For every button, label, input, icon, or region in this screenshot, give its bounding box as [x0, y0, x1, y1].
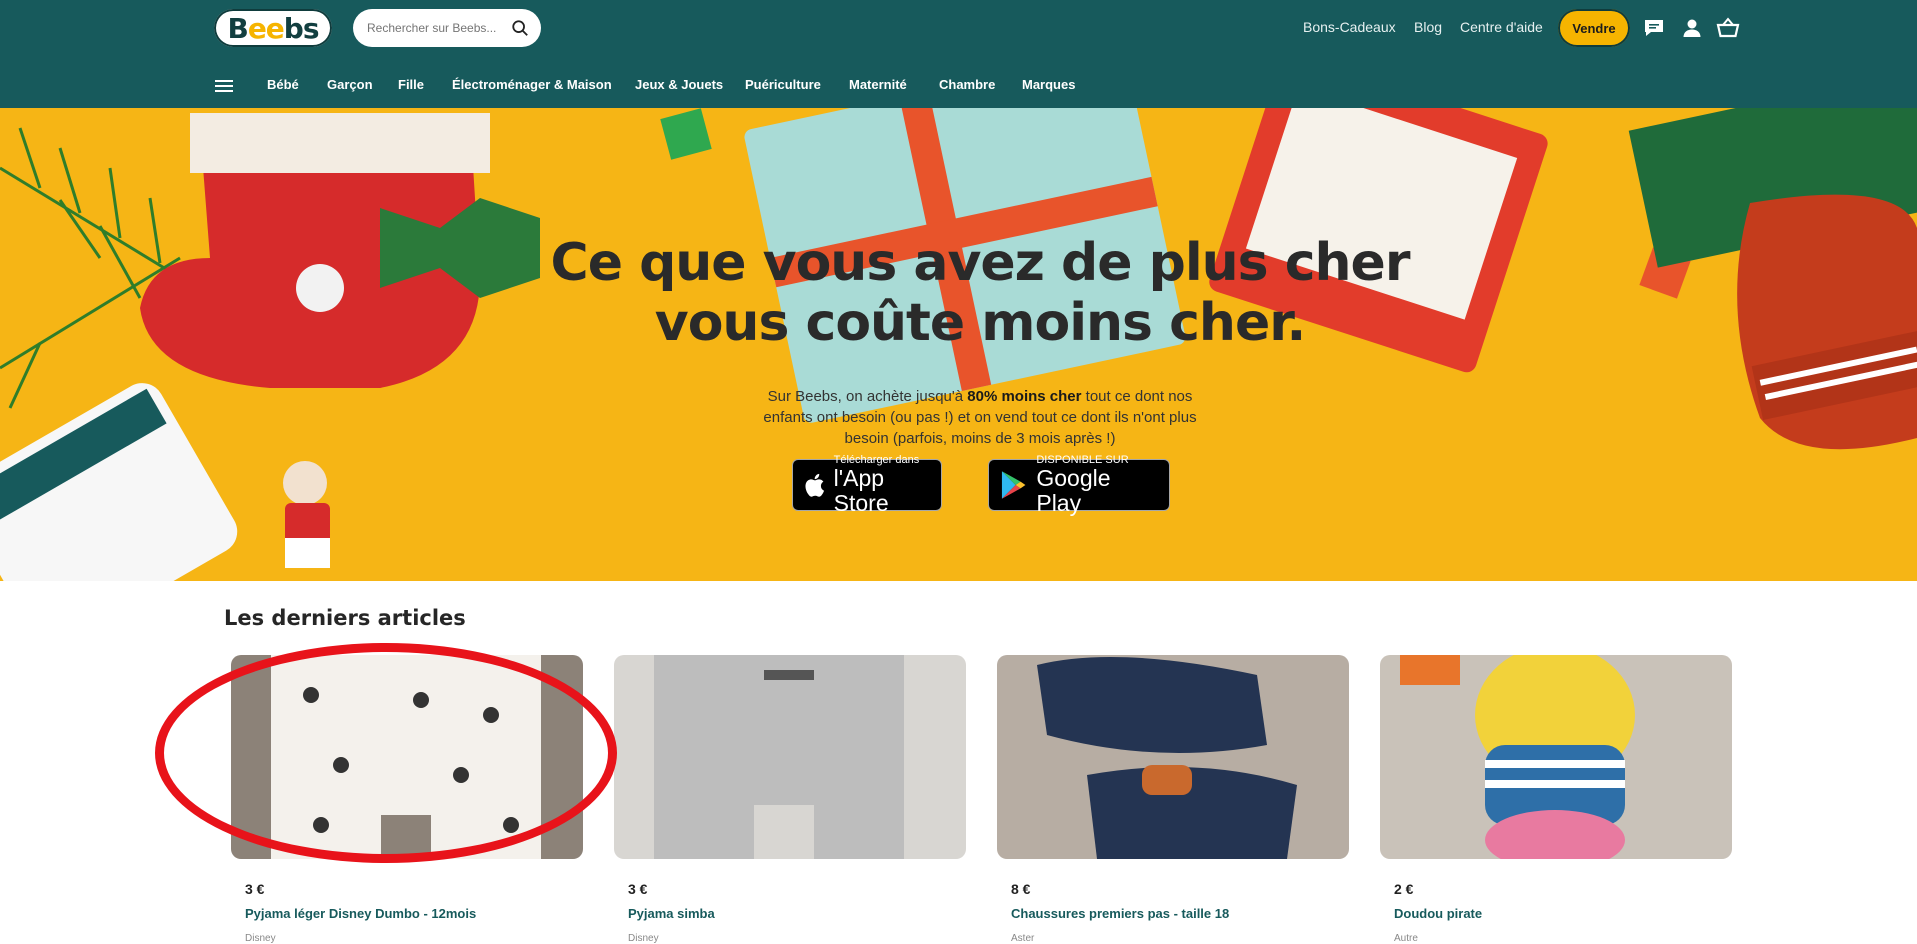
search-bar[interactable]	[353, 9, 541, 47]
product-brand: Disney	[245, 933, 276, 944]
link-gift-cards[interactable]: Bons-Cadeaux	[1303, 19, 1396, 35]
googleplay-big-text: Google Play	[1036, 465, 1111, 516]
product-card[interactable]: 2 € Doudou pirate Autre	[1380, 655, 1732, 944]
nav-puericulture[interactable]: Puériculture	[745, 77, 821, 92]
hero-title-line-2: vous coûte moins cher.	[654, 293, 1306, 353]
nav-bebe[interactable]: Bébé	[267, 77, 299, 92]
nav-maternite[interactable]: Maternité	[849, 77, 907, 92]
nav-fille[interactable]: Fille	[398, 77, 424, 92]
apple-icon	[805, 473, 825, 497]
nav-jeux-jouets[interactable]: Jeux & Jouets	[635, 77, 723, 92]
google-play-icon	[1001, 471, 1026, 499]
doudou-pirate-image	[1400, 655, 1635, 859]
search-input[interactable]	[365, 20, 511, 36]
product-image[interactable]	[1380, 655, 1732, 859]
product-price: 3 €	[245, 881, 265, 897]
header: Beebs Bons-Cadeaux Blog Centre d'aide Ve…	[0, 0, 1917, 108]
user-icon[interactable]	[1680, 16, 1704, 40]
hero-description: Sur Beebs, on achète jusqu'à 80% moins c…	[760, 386, 1200, 449]
nav-chambre[interactable]: Chambre	[939, 77, 995, 92]
search-icon[interactable]	[511, 19, 529, 37]
pyjama-simba-image	[654, 655, 904, 859]
hero-banner: Ce que vous avez de plus cher vous coûte…	[0, 108, 1917, 581]
product-card[interactable]: 3 € Pyjama léger Disney Dumbo - 12mois D…	[231, 655, 583, 944]
product-image[interactable]	[614, 655, 966, 859]
product-card[interactable]: 8 € Chaussures premiers pas - taille 18 …	[997, 655, 1349, 944]
basket-icon[interactable]	[1716, 16, 1740, 40]
product-name[interactable]: Pyjama léger Disney Dumbo - 12mois	[245, 906, 476, 921]
product-price: 3 €	[628, 881, 648, 897]
pyjama-dumbo-image	[271, 655, 541, 859]
latest-articles-title: Les derniers articles	[224, 606, 466, 630]
hero-title-line-1: Ce que vous avez de plus cher	[550, 233, 1411, 293]
category-nav: Bébé Garçon Fille Électroménager & Maiso…	[0, 72, 1917, 102]
product-price: 2 €	[1394, 881, 1414, 897]
product-image[interactable]	[231, 655, 583, 859]
product-card[interactable]: 3 € Pyjama simba Disney	[614, 655, 966, 944]
hero-text-bold: 80% moins cher	[967, 388, 1082, 405]
nav-electromenager-maison[interactable]: Électroménager & Maison	[452, 77, 612, 92]
hero-title: Ce que vous avez de plus cher vous coûte…	[460, 233, 1500, 353]
appstore-big-text: l'App Store	[833, 465, 889, 516]
product-brand: Disney	[628, 933, 659, 944]
link-help-center[interactable]: Centre d'aide	[1460, 19, 1543, 35]
product-image[interactable]	[997, 655, 1349, 859]
product-price: 8 €	[1011, 881, 1031, 897]
product-name[interactable]: Chaussures premiers pas - taille 18	[1011, 906, 1229, 921]
beebs-logo[interactable]: Bee bs	[214, 9, 332, 47]
baby-shoes-image	[1037, 657, 1297, 859]
hero-text-part-1: Sur Beebs, on achète jusqu'à	[767, 388, 968, 405]
menu-icon[interactable]	[215, 80, 233, 94]
google-play-button[interactable]: DISPONIBLE SUR Google Play	[988, 454, 1170, 516]
product-name[interactable]: Doudou pirate	[1394, 906, 1482, 921]
link-blog[interactable]: Blog	[1414, 19, 1442, 35]
sell-button[interactable]: Vendre	[1558, 9, 1630, 47]
product-name[interactable]: Pyjama simba	[628, 906, 715, 921]
nav-marques[interactable]: Marques	[1022, 77, 1075, 92]
chat-icon[interactable]	[1642, 16, 1666, 40]
app-store-button[interactable]: Télécharger dans l'App Store	[792, 454, 942, 516]
product-brand: Autre	[1394, 933, 1418, 944]
product-brand: Aster	[1011, 933, 1035, 944]
nav-garcon[interactable]: Garçon	[327, 77, 373, 92]
